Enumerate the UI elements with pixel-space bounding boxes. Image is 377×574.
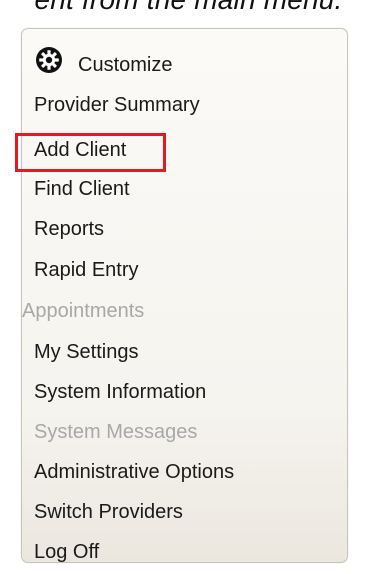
- menu-item-log-off[interactable]: Log Off: [34, 540, 99, 564]
- document-caption: ent from the main menu.: [0, 0, 377, 16]
- menu-item-find-client[interactable]: Find Client: [34, 177, 130, 201]
- menu-item-administrative-options[interactable]: Administrative Options: [34, 460, 234, 484]
- menu-item-system-messages: System Messages: [34, 421, 198, 443]
- menu-item-rapid-entry[interactable]: Rapid Entry: [34, 258, 139, 282]
- menu-item-switch-providers[interactable]: Switch Providers: [34, 500, 183, 524]
- menu-item-system-information[interactable]: System Information: [34, 380, 206, 404]
- gear-icon: [34, 45, 64, 75]
- menu-item-appointments: Appointments: [22, 300, 145, 322]
- customize-menu-item[interactable]: Customize: [34, 43, 172, 77]
- customize-label: Customize: [78, 54, 173, 76]
- main-menu-panel: Customize Provider Summary Add Client Fi…: [15, 28, 348, 564]
- menu-item-my-settings[interactable]: My Settings: [34, 340, 138, 364]
- menu-item-provider-summary[interactable]: Provider Summary: [34, 93, 200, 117]
- menu-item-add-client[interactable]: Add Client: [34, 138, 126, 162]
- menu-item-reports[interactable]: Reports: [34, 217, 104, 241]
